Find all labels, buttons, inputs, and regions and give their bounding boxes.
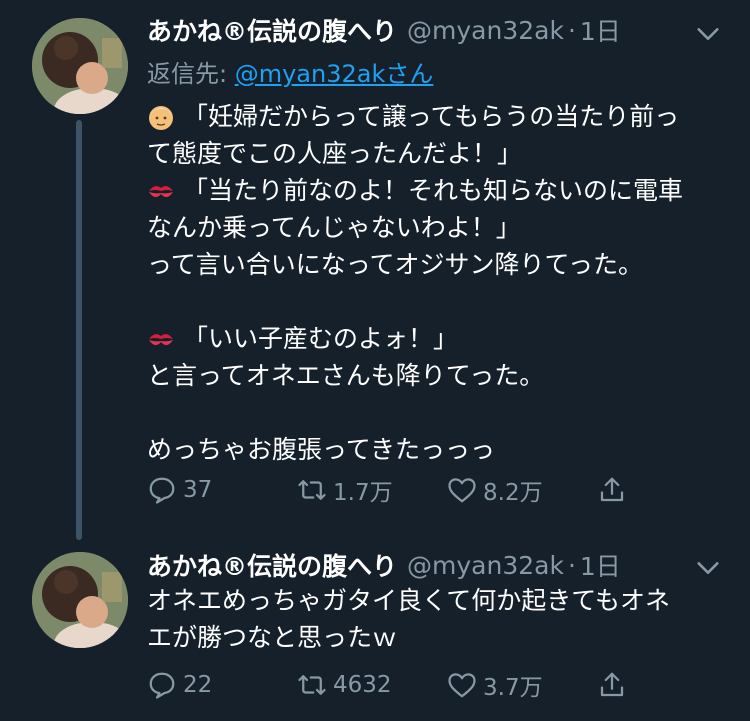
kiss-mark-emoji [149,333,173,345]
tweet-line-text: 「妊婦だからって譲ってもらうの当たり前っ [183,102,680,131]
share-button[interactable] [597,470,633,510]
tweet-line [147,283,727,320]
tweet-line [147,394,727,431]
heart-icon [448,673,476,698]
tweet-line: エが勝つなと思ったｗ [147,619,727,656]
avatar-image [32,18,128,114]
separator: · [567,550,576,580]
like-button[interactable]: 8.2万 [447,470,543,510]
retweet-count: 1.7万 [333,480,393,506]
kiss-mark-emoji [149,185,173,197]
avatar-image [32,552,128,648]
tweet-line-text: オネエめっちゃガタイ良くて何か起きてもオネ [147,586,671,615]
chevron-down-icon[interactable] [694,20,722,48]
timestamp[interactable]: 1日 [580,12,621,48]
like-button[interactable]: 3.7万 [447,665,543,705]
retweet-button[interactable]: 4632 [297,665,392,705]
tweet-actions: 22 4632 3.7万 [147,665,647,705]
avatar[interactable] [32,18,128,114]
reply-icon [149,672,175,699]
tweet-line: て態度でこの人座ったんだよ！」 [147,135,727,172]
chevron-down-icon[interactable] [694,554,722,582]
like-count: 8.2万 [483,480,543,506]
retweet-icon [298,675,326,695]
tweet-line: 「妊婦だからって譲ってもらうの当たり前っ [147,98,727,135]
separator: · [567,15,576,45]
reply-to-label: 返信先: [147,60,235,88]
author-name[interactable]: あかね®伝説の腹へり [147,547,397,583]
heart-icon [448,478,476,503]
reply-count: 22 [183,672,213,698]
reply-to: 返信先: @myan32akさん [147,54,433,89]
tweet-actions: 37 1.7万 8.2万 [147,470,647,510]
tweet-line: と言ってオネエさんも降りてった。 [147,357,727,394]
tweet-line: 「当たり前なのよ！それも知らないのに電車 [147,172,727,209]
reply-button[interactable]: 22 [147,665,212,705]
tweet-line-text: 「いい子産むのよォ！」 [183,324,459,353]
retweet-count: 4632 [333,672,392,698]
tweet-text: 「妊婦だからって譲ってもらうの当たり前っ て態度でこの人座ったんだよ！」 「当た… [147,98,727,468]
tweet-text: オネエめっちゃガタイ良くて何か起きてもオネ エが勝つなと思ったｗ [147,582,727,656]
tweet-line-text: 「当たり前なのよ！それも知らないのに電車 [183,176,684,205]
tweet-line-text: と言ってオネエさんも降りてった。 [147,361,545,390]
tweet-line-text: めっちゃお腹張ってきたっっっ [147,435,496,464]
author-handle[interactable]: @myan32ak [407,551,564,580]
tweet-header: あかね®伝説の腹へり @myan32ak · 1日 [147,545,621,585]
tweet-line-text: て態度でこの人座ったんだよ！」 [147,139,523,168]
avatar[interactable] [32,552,128,648]
tweet-line-text: エが勝つなと思ったｗ [147,623,398,652]
thread-line [76,120,82,540]
timestamp[interactable]: 1日 [580,547,621,583]
reply-icon [149,477,175,504]
tweet-line-text: って言い合いになってオジサン降りてった。 [147,250,644,279]
share-icon [600,672,624,697]
tweet-1[interactable]: あかね®伝説の腹へり @myan32ak · 1日 返信先: @myan32ak… [0,0,750,540]
retweet-icon [298,480,326,500]
share-icon [600,477,624,502]
old-man-emoji [149,105,173,130]
tweet-line: オネエめっちゃガタイ良くて何か起きてもオネ [147,582,727,619]
reply-button[interactable]: 37 [147,470,212,510]
tweet-header: あかね®伝説の腹へり @myan32ak · 1日 [147,10,621,50]
reply-to-link[interactable]: @myan32akさん [235,60,434,88]
tweet-line: 「いい子産むのよォ！」 [147,320,727,357]
tweet-line: なんか乗ってんじゃないわよ！」 [147,209,727,246]
share-button[interactable] [597,665,633,705]
tweet-line: めっちゃお腹張ってきたっっっ [147,431,727,468]
tweet-line: って言い合いになってオジサン降りてった。 [147,246,727,283]
tweet-2[interactable]: あかね®伝説の腹へり @myan32ak · 1日 オネエめっちゃガタイ良くて何… [0,540,750,721]
retweet-button[interactable]: 1.7万 [297,470,393,510]
author-name[interactable]: あかね®伝説の腹へり [147,12,397,48]
reply-count: 37 [183,477,213,503]
author-handle[interactable]: @myan32ak [407,16,564,45]
tweet-line-text: なんか乗ってんじゃないわよ！」 [147,213,521,242]
like-count: 3.7万 [483,675,543,701]
